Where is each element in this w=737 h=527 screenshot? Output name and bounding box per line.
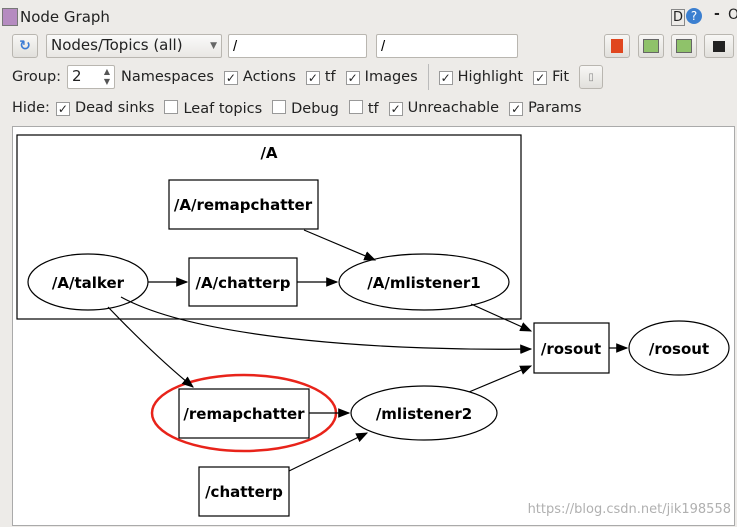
- debug-checkbox[interactable]: Debug: [272, 99, 339, 117]
- fit-checkbox[interactable]: ✓ Fit: [533, 69, 569, 85]
- graph-svg[interactable]: /A /A/remapchatter /A/talker /A/chatterp…: [13, 127, 736, 527]
- edge: [120, 296, 533, 354]
- edge: [468, 365, 533, 393]
- cluster-label: /A: [260, 144, 277, 162]
- dead-sinks-checkbox[interactable]: ✓ Dead sinks: [55, 100, 154, 116]
- hide-tf-checkbox[interactable]: tf: [348, 99, 379, 117]
- hide-label: Hide:: [12, 100, 50, 116]
- d-button[interactable]: D: [671, 9, 686, 26]
- group-value: 2: [72, 67, 82, 85]
- save-dot-icon: [643, 39, 659, 53]
- edge: [470, 303, 533, 332]
- refresh-icon: ↻: [19, 38, 31, 54]
- label-a-chatterp: /A/chatterp: [196, 274, 291, 292]
- actions-checkbox[interactable]: ✓ Actions: [223, 69, 296, 85]
- leaf-topics-checkbox[interactable]: Leaf topics: [164, 99, 262, 117]
- label-a-remapchatter: /A/remapchatter: [174, 196, 313, 214]
- group-label: Group:: [12, 69, 62, 85]
- graph-canvas[interactable]: /A /A/remapchatter /A/talker /A/chatterp…: [12, 126, 735, 526]
- chevron-down-icon: ▼: [210, 41, 217, 51]
- minimize-button[interactable]: -: [714, 6, 720, 22]
- topic-filter-input[interactable]: [376, 34, 518, 58]
- label-remapchatter: /remapchatter: [183, 405, 305, 423]
- refresh-button[interactable]: ↻: [12, 34, 38, 58]
- label-chatterp: /chatterp: [205, 483, 283, 501]
- save-dot-button[interactable]: [638, 34, 664, 58]
- graph-type-value: Nodes/Topics (all): [51, 36, 183, 54]
- load-button[interactable]: [604, 34, 630, 58]
- label-a-talker: /A/talker: [52, 274, 125, 292]
- app-icon: [2, 8, 18, 26]
- window-title: Node Graph: [20, 8, 110, 26]
- fit-view-button[interactable]: ▯: [579, 65, 604, 89]
- namespaces-label: Namespaces: [121, 69, 214, 85]
- params-checkbox[interactable]: ✓ Params: [509, 100, 582, 116]
- spin-arrows-icon[interactable]: ▲ ▼: [104, 67, 110, 87]
- edge: [288, 432, 369, 472]
- save-svg-button[interactable]: [671, 34, 697, 58]
- graph-type-select[interactable]: Nodes/Topics (all) ▼: [46, 34, 222, 58]
- label-rosout: /rosout: [649, 340, 709, 358]
- unreachable-checkbox[interactable]: ✓ Unreachable: [388, 100, 499, 116]
- divider: [427, 64, 429, 90]
- save-svg-icon: [676, 39, 692, 53]
- highlight-checkbox[interactable]: ✓ Highlight: [438, 69, 523, 85]
- tf-checkbox[interactable]: ✓ tf: [305, 69, 336, 85]
- edge: [303, 229, 377, 261]
- help-icon[interactable]: ?: [686, 8, 702, 24]
- images-checkbox[interactable]: ✓ Images: [345, 69, 418, 85]
- fit-icon: ▯: [588, 71, 594, 83]
- node-filter-input[interactable]: [228, 34, 367, 58]
- label-rosout-topic: /rosout: [541, 340, 601, 358]
- label-mlistener2: /mlistener2: [376, 405, 472, 423]
- group-spinbox[interactable]: 2 ▲ ▼: [67, 65, 116, 89]
- watermark: https://blog.csdn.net/jik198558: [528, 502, 731, 517]
- screenshot-button[interactable]: [704, 34, 734, 58]
- load-icon: [611, 39, 623, 53]
- label-a-mlistener1: /A/mlistener1: [367, 274, 480, 292]
- screenshot-icon: [713, 40, 725, 52]
- close-button[interactable]: O: [728, 7, 737, 23]
